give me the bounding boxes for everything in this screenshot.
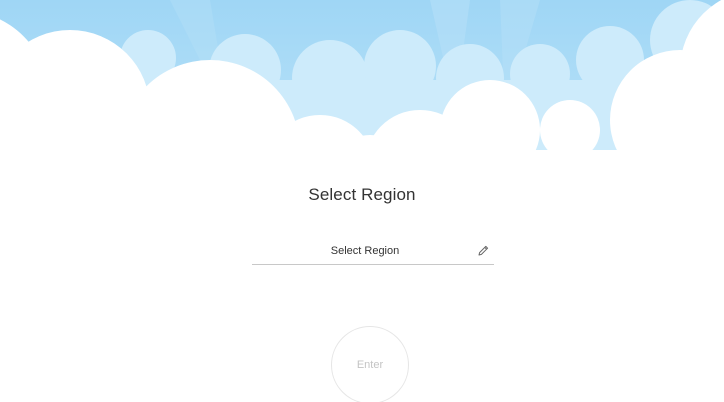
region-select-value: Select Region (330, 245, 400, 257)
pencil-icon[interactable] (476, 244, 490, 258)
region-select-screen: Select Region Select Region Enter (0, 0, 724, 402)
region-select-field[interactable]: Select Region (252, 238, 494, 265)
sky-clouds-header (0, 0, 724, 160)
page-title: Select Region (308, 185, 416, 204)
enter-button[interactable]: Enter (331, 326, 409, 402)
enter-button-label: Enter (356, 359, 384, 371)
